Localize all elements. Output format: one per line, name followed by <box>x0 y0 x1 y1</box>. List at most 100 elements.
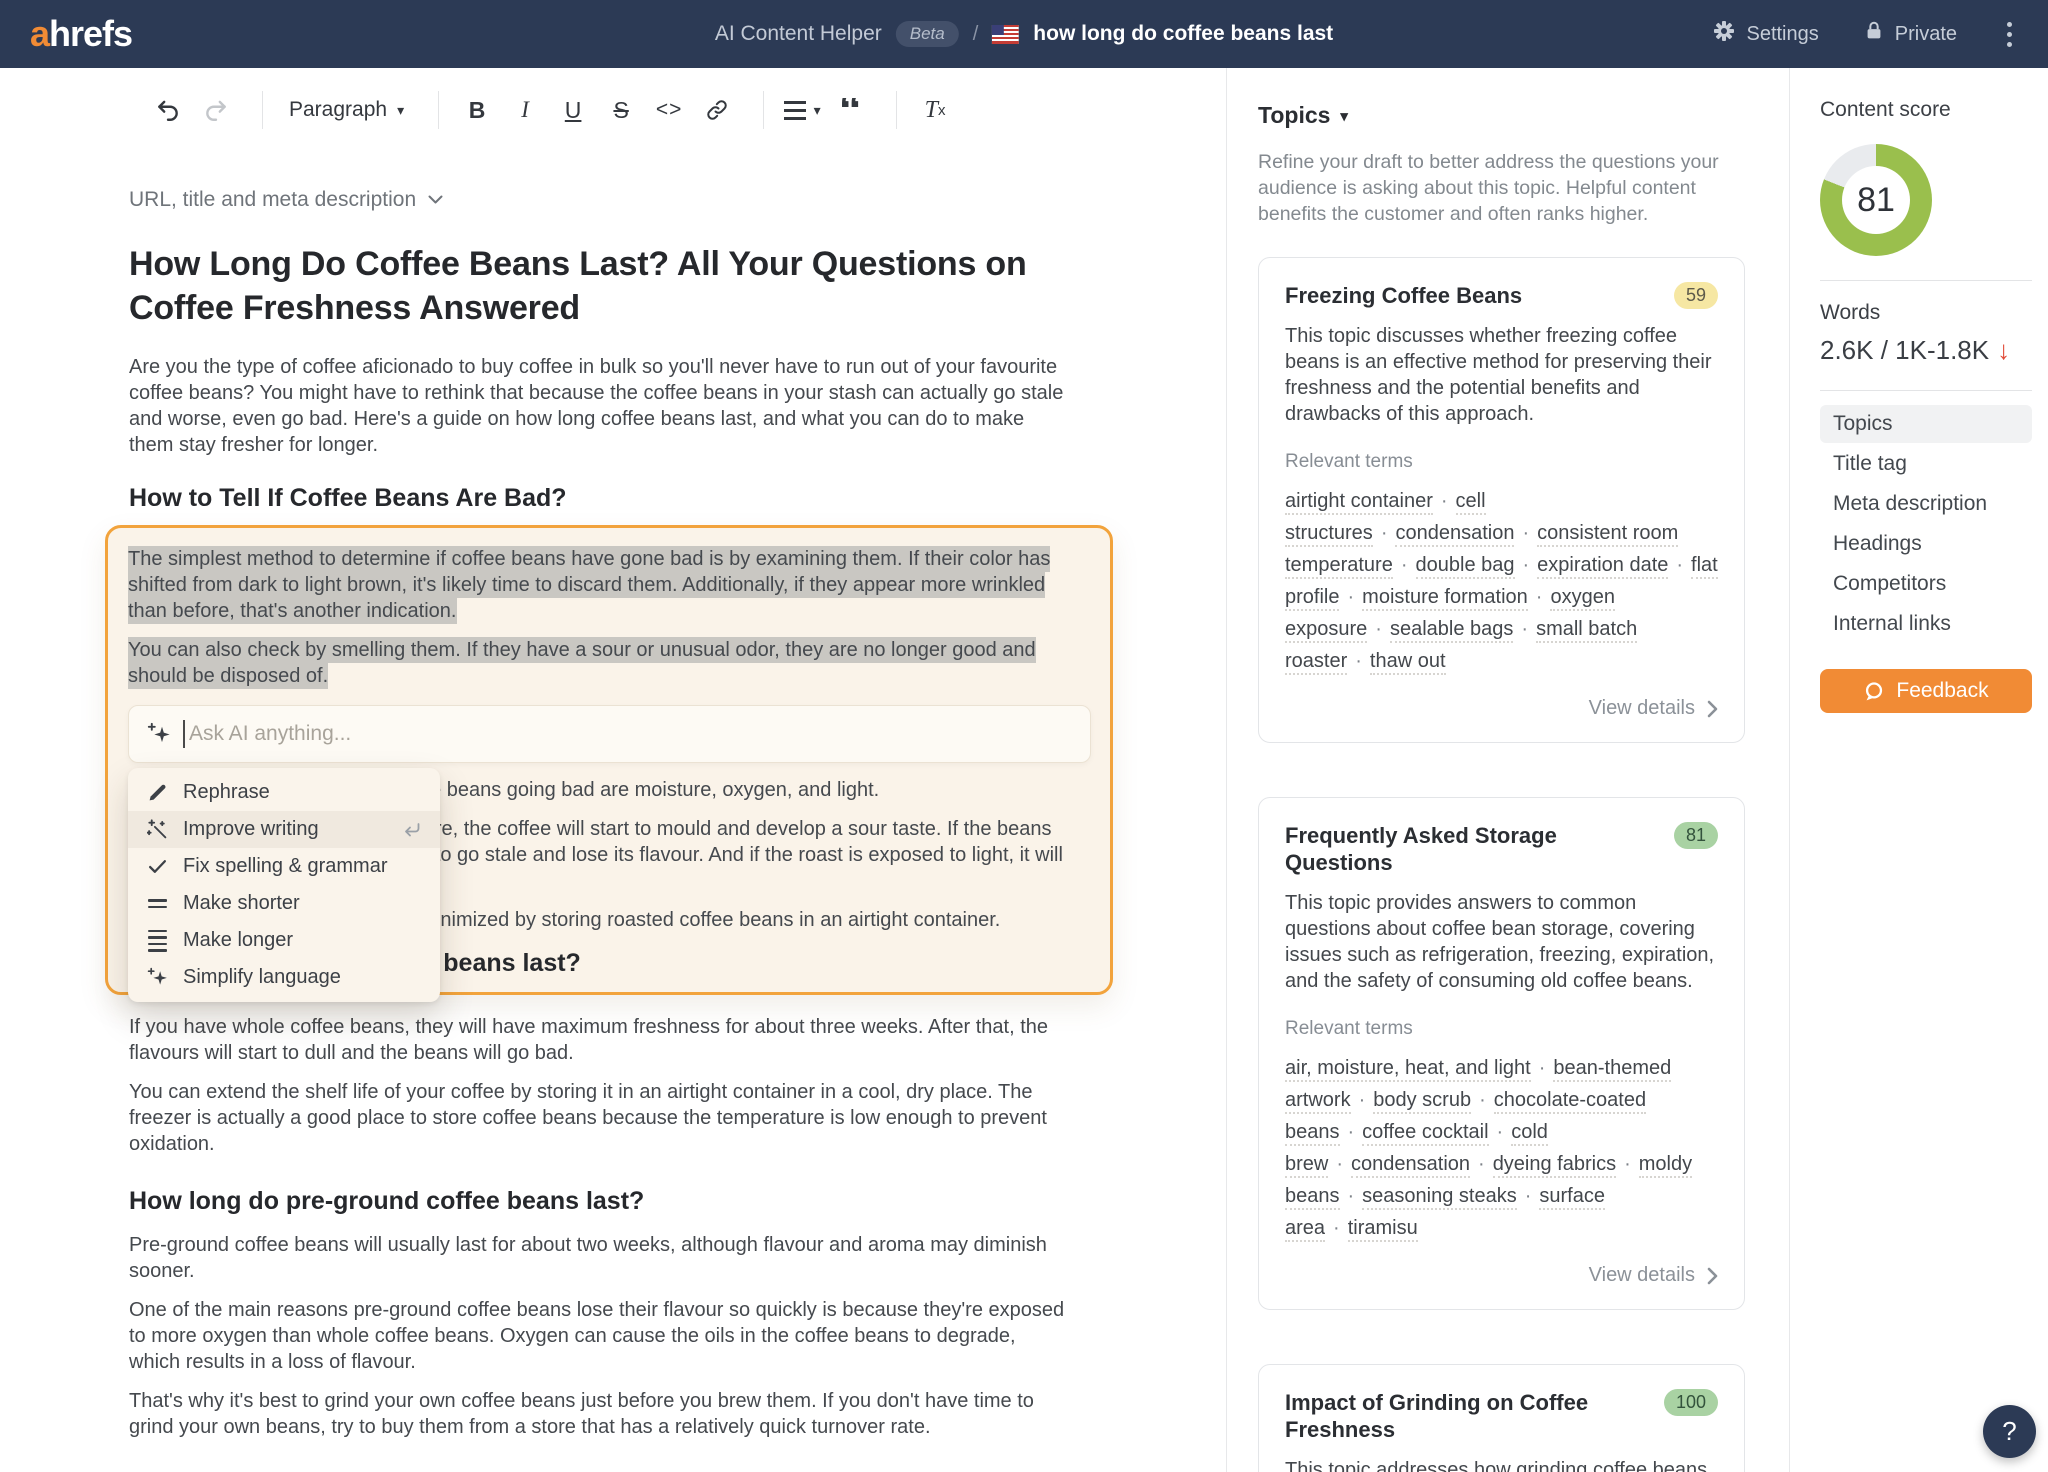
view-details-link[interactable]: View details <box>1285 697 1718 720</box>
view-details-link[interactable]: View details <box>1285 1264 1718 1287</box>
view-details-label: View details <box>1588 697 1695 719</box>
rail-nav-competitors[interactable]: Competitors <box>1820 565 2032 603</box>
ai-actions-menu: Rephrase Improve writing Fix spelling & … <box>128 768 440 1002</box>
topic-card-storage-questions: Frequently Asked Storage Questions 81 Th… <box>1258 797 1745 1310</box>
article-paragraph[interactable]: That's why it's best to grind your own c… <box>129 1388 1072 1440</box>
article-paragraph[interactable]: If you have whole coffee beans, they wil… <box>129 1014 1072 1066</box>
rail-nav-topics[interactable]: Topics <box>1820 405 2032 443</box>
term-separator: · <box>1535 586 1543 608</box>
private-label: Private <box>1894 22 1957 45</box>
relevant-term[interactable]: air, moisture, heat, and light <box>1285 1057 1531 1082</box>
menu-item-make-longer[interactable]: Make longer <box>128 922 440 959</box>
article-paragraph[interactable]: One of the main reasons pre-ground coffe… <box>129 1297 1072 1375</box>
relevant-term[interactable]: body scrub <box>1373 1089 1472 1114</box>
menu-item-make-shorter[interactable]: Make shorter <box>128 885 440 922</box>
rail-nav-title-tag[interactable]: Title tag <box>1820 445 2032 483</box>
link-button[interactable] <box>697 88 737 132</box>
topics-dropdown[interactable]: Topics ▾ <box>1258 102 1744 129</box>
relevant-term[interactable]: condensation <box>1395 522 1515 547</box>
bold-button[interactable]: B <box>457 88 497 132</box>
feedback-label: Feedback <box>1896 679 1989 702</box>
feedback-button[interactable]: Feedback <box>1820 669 2032 713</box>
header-actions: Settings Private <box>1712 18 2018 51</box>
private-button[interactable]: Private <box>1863 20 1957 48</box>
undo-button[interactable] <box>148 88 188 132</box>
term-separator: · <box>1440 490 1448 512</box>
article-paragraph[interactable]: You can extend the shelf life of your co… <box>129 1079 1072 1157</box>
text-cursor <box>183 720 185 748</box>
align-left-icon <box>783 100 806 120</box>
topics-description: Refine your draft to better address the … <box>1258 151 1719 225</box>
menu-item-label: Simplify language <box>183 966 341 988</box>
term-separator: · <box>1336 1153 1344 1175</box>
ask-ai-placeholder: Ask AI anything... <box>189 722 352 745</box>
speech-bubble-icon <box>1863 681 1884 702</box>
help-button[interactable]: ? <box>1983 1405 2036 1458</box>
clear-formatting-button[interactable]: Tx <box>915 88 955 132</box>
menu-item-label: Fix spelling & grammar <box>183 855 388 877</box>
italic-button[interactable]: I <box>505 88 545 132</box>
sparkles-icon <box>147 722 171 746</box>
toolbar-divider <box>763 91 765 129</box>
relevant-term[interactable]: condensation <box>1351 1153 1471 1178</box>
relevant-term[interactable]: coffee cocktail <box>1362 1121 1489 1146</box>
underline-button[interactable]: U <box>553 88 593 132</box>
settings-button[interactable]: Settings <box>1712 19 1819 49</box>
selected-paragraph[interactable]: The simplest method to determine if coff… <box>128 546 1071 624</box>
return-icon <box>402 820 422 840</box>
beta-badge: Beta <box>895 21 959 47</box>
rail-nav-internal-links[interactable]: Internal links <box>1820 605 2032 643</box>
relevant-term[interactable]: expiration date <box>1537 554 1669 579</box>
logo-letter-a: a <box>30 13 50 54</box>
relevant-term[interactable]: airtight container <box>1285 490 1433 515</box>
selected-paragraph[interactable]: You can also check by smelling them. If … <box>128 637 1071 689</box>
paragraph-style-dropdown[interactable]: Paragraph ▾ <box>281 88 412 132</box>
ask-ai-input[interactable]: Ask AI anything... <box>128 705 1091 763</box>
words-count: 2.6K / 1K-1.8K <box>1820 335 1990 365</box>
article-h2[interactable]: How to Tell If Coffee Beans Are Bad? <box>129 484 1072 513</box>
document-editor[interactable]: URL, title and meta description How Long… <box>105 188 1113 1440</box>
relevant-terms-list: air, moisture, heat, and light · bean-them… <box>1285 1052 1718 1244</box>
relevant-term[interactable]: moisture formation <box>1362 586 1528 611</box>
more-menu-button[interactable] <box>2001 18 2018 51</box>
highlighted-text: You can also check by smelling them. If … <box>128 637 1036 689</box>
relevant-term[interactable]: double bag <box>1415 554 1515 579</box>
sparkles-icon <box>146 967 168 988</box>
chevron-down-icon <box>428 195 443 204</box>
topic-score-badge: 100 <box>1663 1389 1718 1416</box>
term-separator: · <box>1521 618 1529 640</box>
editor-toolbar: Paragraph ▾ B I U S <> ▾ “ Tx <box>0 68 1226 152</box>
rail-nav-meta-description[interactable]: Meta description <box>1820 485 2032 523</box>
article-paragraph[interactable]: Are you the type of coffee aficionado to… <box>129 354 1072 458</box>
menu-item-improve-writing[interactable]: Improve writing <box>128 811 440 848</box>
term-separator: · <box>1400 554 1408 576</box>
ahrefs-logo[interactable]: ahrefs <box>30 13 133 55</box>
relevant-term[interactable]: dyeing fabrics <box>1492 1153 1617 1178</box>
article-paragraph[interactable]: Pre-ground coffee beans will usually las… <box>129 1232 1072 1284</box>
term-separator: · <box>1347 1185 1355 1207</box>
alignment-dropdown[interactable]: ▾ <box>782 88 822 132</box>
meta-description-toggle[interactable]: URL, title and meta description <box>129 188 1072 212</box>
lock-icon <box>1863 20 1885 48</box>
code-button[interactable]: <> <box>649 88 689 132</box>
relevant-term[interactable]: tiramisu <box>1347 1217 1418 1242</box>
article-h1[interactable]: How Long Do Coffee Beans Last? All Your … <box>129 242 1072 330</box>
relevant-term[interactable]: thaw out <box>1369 650 1446 675</box>
strikethrough-button[interactable]: S <box>601 88 641 132</box>
menu-item-rephrase[interactable]: Rephrase <box>128 774 440 811</box>
blockquote-button[interactable]: “ <box>830 98 870 122</box>
check-icon <box>146 856 168 877</box>
menu-item-simplify-language[interactable]: Simplify language <box>128 959 440 996</box>
relevant-term[interactable]: seasoning steaks <box>1362 1185 1517 1210</box>
article-h2[interactable]: How long do pre-ground coffee beans last… <box>129 1187 1072 1216</box>
chevron-down-icon: ▾ <box>397 101 405 118</box>
ai-selection-box: The simplest method to determine if coff… <box>105 525 1113 1002</box>
settings-label: Settings <box>1746 22 1819 45</box>
menu-item-fix-spelling[interactable]: Fix spelling & grammar <box>128 848 440 885</box>
meta-toggle-label: URL, title and meta description <box>129 188 417 211</box>
relevant-term[interactable]: sealable bags <box>1389 618 1514 643</box>
chevron-down-icon: ▾ <box>813 101 821 118</box>
term-separator: · <box>1676 554 1684 576</box>
redo-button[interactable] <box>196 88 236 132</box>
rail-nav-headings[interactable]: Headings <box>1820 525 2032 563</box>
